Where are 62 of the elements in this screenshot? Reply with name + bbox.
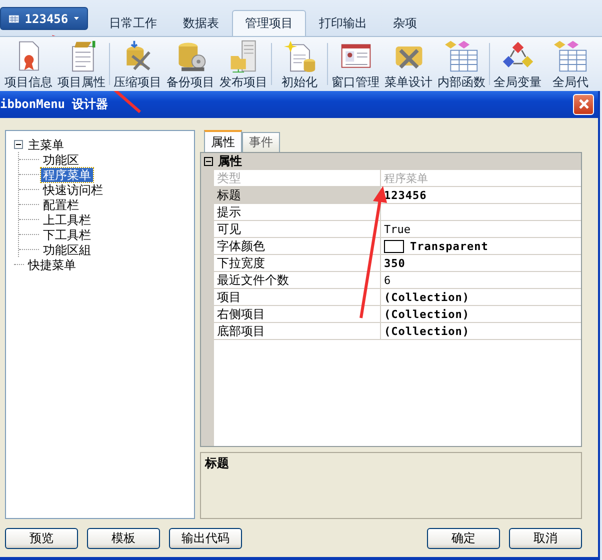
panel-tab[interactable]: 事件 — [242, 132, 280, 152]
property-name[interactable]: 底部项目 — [214, 323, 381, 340]
tree-item[interactable]: 快捷菜单 — [26, 258, 78, 272]
ribbon-button[interactable]: 备份项目 — [164, 37, 217, 91]
property-value[interactable]: (Collection) — [384, 324, 470, 338]
property-value[interactable]: 6 — [384, 274, 391, 286]
color-swatch — [384, 240, 404, 252]
table-icon — [444, 39, 480, 73]
property-name[interactable]: 最近文件个数 — [214, 272, 381, 289]
dialog-button[interactable]: 输出代码 — [169, 528, 242, 549]
ribbon-button[interactable]: 内部函数 — [435, 37, 488, 91]
ribbon-button[interactable]: 全局代 — [544, 37, 597, 91]
tree-item[interactable]: 下工具栏 — [41, 228, 93, 242]
panel-tab[interactable]: 属性 — [204, 130, 242, 152]
property-name[interactable]: 右侧项目 — [214, 306, 381, 323]
ribbon-button[interactable]: 菜单设计 — [382, 37, 435, 91]
ribbon-button[interactable]: 项目属性 — [55, 37, 108, 91]
category-label: 属性 — [218, 153, 242, 170]
tree-item[interactable]: 功能区 — [41, 152, 81, 166]
ribbon-button[interactable]: 窗口管理 — [329, 37, 382, 91]
property-value[interactable]: (Collection) — [384, 308, 470, 320]
ribbon-tab[interactable]: 杂项 — [380, 10, 430, 36]
property-name[interactable]: 下拉宽度 — [214, 255, 381, 272]
dialog-button[interactable]: 预览 — [5, 528, 78, 549]
tree-item[interactable]: 功能区組 — [41, 242, 93, 256]
collapse-icon[interactable] — [14, 140, 23, 149]
property-value[interactable]: (Collection) — [384, 290, 470, 304]
ribbon-tab[interactable]: 打印输出 — [306, 10, 380, 36]
dialog-title: ibbonMenu 设计器 — [0, 96, 108, 112]
tree-item[interactable]: 上工具栏 — [41, 212, 93, 226]
description-title: 标题 — [205, 456, 229, 470]
property-value[interactable]: Transparent — [410, 240, 488, 252]
property-value[interactable]: 350 — [384, 256, 406, 270]
property-name[interactable]: 字体颜色 — [214, 238, 381, 255]
property-value[interactable]: 123456 — [384, 188, 427, 202]
property-name[interactable]: 可见 — [214, 221, 381, 238]
property-name[interactable]: 项目 — [214, 289, 381, 306]
caret-icon — [74, 16, 79, 21]
ribbon-tab[interactable]: 管理项目 — [232, 10, 306, 36]
dialog-button[interactable]: 确定 — [427, 528, 500, 549]
tree-item[interactable]: 程序菜单 — [41, 168, 93, 182]
app-menu-button[interactable]: 123456 — [0, 7, 88, 30]
collapse-icon[interactable] — [204, 154, 213, 168]
property-value[interactable]: True — [384, 222, 410, 236]
dialog-button[interactable]: 模板 — [87, 528, 160, 549]
property-name[interactable]: 标题 — [214, 187, 381, 204]
ribbon-button[interactable]: 项目信息 — [2, 37, 55, 91]
ribbon-button[interactable]: 初始化 — [273, 37, 326, 91]
ribbon-tab[interactable]: 数据表 — [170, 10, 232, 36]
close-button[interactable] — [573, 94, 594, 114]
table-icon — [552, 39, 588, 73]
property-name[interactable]: 提示 — [214, 204, 381, 221]
tree-item[interactable]: 主菜单 — [26, 138, 66, 152]
tree-item[interactable]: 配置栏 — [41, 198, 81, 212]
close-icon — [578, 98, 590, 110]
dialog-button[interactable]: 取消 — [509, 528, 582, 549]
ribbon-tab[interactable]: 日常工作 — [96, 10, 170, 36]
ribbon-button[interactable]: 发布项目 — [217, 37, 270, 91]
tree-item[interactable]: 快速访问栏 — [41, 182, 105, 196]
ribbon-button[interactable]: 全局变量 — [491, 37, 544, 91]
ribbon-button[interactable]: 压缩项目 — [111, 37, 164, 91]
grid-icon — [9, 12, 19, 24]
